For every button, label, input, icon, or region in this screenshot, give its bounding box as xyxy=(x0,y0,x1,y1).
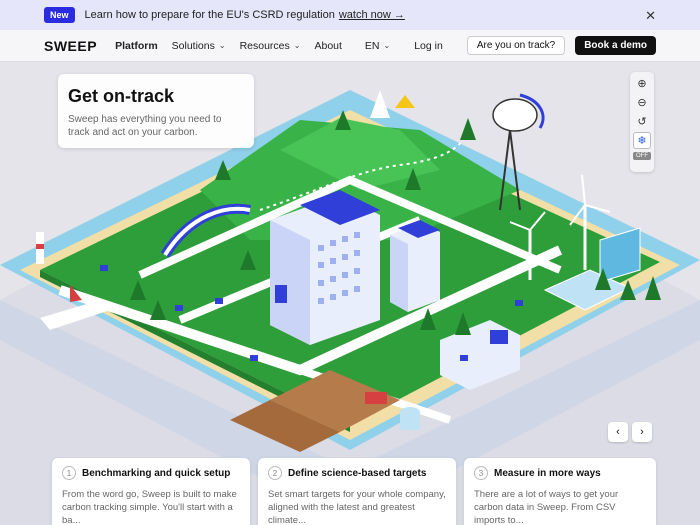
card-body: There are a lot of ways to get your carb… xyxy=(474,489,619,525)
snow-toggle-off[interactable]: OFF xyxy=(633,152,651,160)
announcement-bar: New Learn how to prepare for the EU's CS… xyxy=(0,0,700,30)
feature-card-2[interactable]: 2 Define science-based targets Set smart… xyxy=(258,458,456,525)
card-body: From the word go, Sweep is built to make… xyxy=(62,489,237,525)
announcement-text: Learn how to prepare for the EU's CSRD r… xyxy=(84,9,335,21)
card-number: 3 xyxy=(474,466,488,480)
hero-subtitle: Sweep has everything you need to track a… xyxy=(68,114,222,138)
card-number: 1 xyxy=(62,466,76,480)
navbar: SWEEP Platform Solutions ⌄ Resources ⌄ Abo… xyxy=(0,30,700,62)
nav-solutions[interactable]: Solutions ⌄ xyxy=(172,40,226,52)
map-controls: ⊕ ⊖ ↺ ❄ OFF xyxy=(630,72,654,172)
snowflake-icon[interactable]: ❄ xyxy=(633,132,651,149)
hero-card: Get on-track Sweep has everything you ne… xyxy=(58,74,254,148)
chevron-right-icon[interactable]: › xyxy=(632,422,652,442)
login-link[interactable]: Log in xyxy=(414,40,443,52)
card-title: Benchmarking and quick setup xyxy=(82,467,231,479)
watch-now-link[interactable]: watch now → xyxy=(339,9,405,21)
chevron-down-icon: ⌄ xyxy=(383,41,391,50)
book-demo-button[interactable]: Book a demo xyxy=(575,36,656,55)
language-select[interactable]: EN ⌄ xyxy=(365,40,390,52)
nav-resources[interactable]: Resources ⌄ xyxy=(240,40,301,52)
zoom-out-icon[interactable]: ⊖ xyxy=(633,94,651,111)
card-title: Define science-based targets xyxy=(288,467,427,479)
card-number: 2 xyxy=(268,466,282,480)
chevron-left-icon[interactable]: ‹ xyxy=(608,422,628,442)
chevron-down-icon: ⌄ xyxy=(293,41,301,50)
feature-card-1[interactable]: 1 Benchmarking and quick setup From the … xyxy=(52,458,250,525)
close-icon[interactable]: ✕ xyxy=(645,8,656,24)
logo[interactable]: SWEEP xyxy=(44,38,97,54)
carousel-arrows: ‹ › xyxy=(608,422,652,442)
card-body: Set smart targets for your whole company… xyxy=(268,489,446,525)
feature-card-3[interactable]: 3 Measure in more ways There are a lot o… xyxy=(464,458,656,525)
on-track-button[interactable]: Are you on track? xyxy=(466,36,566,55)
new-badge: New xyxy=(44,7,75,23)
hero-title: Get on-track xyxy=(68,86,175,106)
reset-icon[interactable]: ↺ xyxy=(633,113,651,130)
nav-platform[interactable]: Platform xyxy=(115,40,158,52)
zoom-in-icon[interactable]: ⊕ xyxy=(633,75,651,92)
chevron-down-icon: ⌄ xyxy=(218,41,226,50)
card-title: Measure in more ways xyxy=(494,467,601,479)
nav-about[interactable]: About xyxy=(314,40,341,52)
